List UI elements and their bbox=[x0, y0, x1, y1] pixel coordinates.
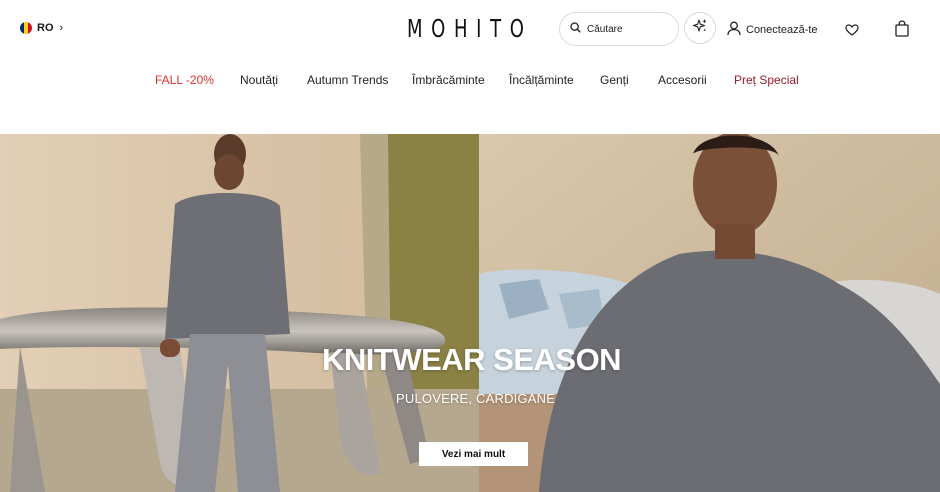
nav-item-new-in[interactable]: Noutăți bbox=[240, 73, 278, 87]
nav-item-shoes[interactable]: Încălțăminte bbox=[509, 73, 574, 87]
heart-icon[interactable] bbox=[845, 23, 859, 41]
user-icon bbox=[727, 21, 741, 39]
ai-search-button[interactable] bbox=[684, 12, 716, 44]
nav-item-special-price[interactable]: Preț Special bbox=[734, 73, 799, 87]
search-input[interactable] bbox=[587, 23, 667, 35]
region-code: RO bbox=[37, 22, 54, 34]
region-selector[interactable]: RO › bbox=[20, 22, 63, 34]
romania-flag-icon bbox=[20, 22, 32, 34]
see-more-button[interactable]: Vezi mai mult bbox=[419, 442, 528, 466]
nav-item-bags[interactable]: Genți bbox=[600, 73, 629, 87]
brand-logo[interactable]: MOHITO bbox=[407, 14, 533, 43]
hero-banner[interactable]: KNITWEAR SEASON PULOVERE, CARDIGANE Vezi… bbox=[0, 134, 940, 492]
chevron-right-icon: › bbox=[59, 22, 64, 34]
sparkle-ai-icon bbox=[692, 18, 708, 39]
search-box[interactable] bbox=[559, 12, 679, 46]
search-icon bbox=[570, 20, 581, 38]
nav-item-accessories[interactable]: Accesorii bbox=[658, 73, 707, 87]
nav-item-autumn-trends[interactable]: Autumn Trends bbox=[307, 73, 388, 87]
login-label: Conectează-te bbox=[746, 24, 818, 36]
site-header: RO › MOHITO Conectează-te FALL -20% Nou bbox=[0, 0, 940, 134]
hero-subtitle: PULOVERE, CARDIGANE bbox=[396, 391, 556, 406]
nav-item-fall-sale[interactable]: FALL -20% bbox=[155, 73, 214, 87]
login-link[interactable]: Conectează-te bbox=[727, 21, 818, 39]
hero-image-right bbox=[479, 134, 940, 492]
nav-item-clothing[interactable]: Îmbrăcăminte bbox=[412, 73, 485, 87]
shopping-bag-icon[interactable] bbox=[895, 20, 909, 42]
main-navigation: FALL -20% Noutăți Autumn Trends Îmbrăcăm… bbox=[0, 73, 940, 89]
hero-title: KNITWEAR SEASON bbox=[322, 342, 622, 377]
hero-image-left bbox=[0, 134, 479, 492]
